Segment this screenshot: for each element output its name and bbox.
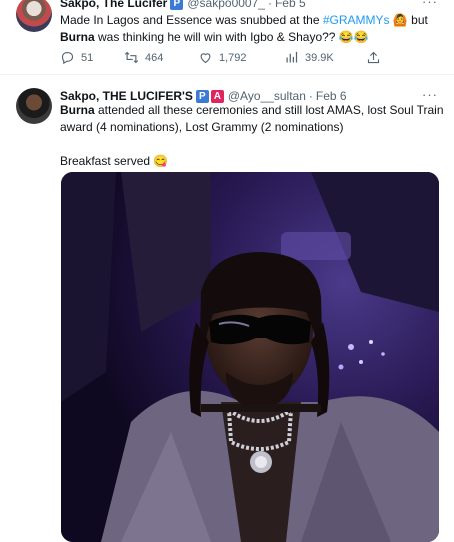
tweet-actions: 51 464 1,792 39.9K [60, 50, 390, 68]
tweet-header: Sakpo, The Lucifer P @sakpo0007_ · Feb 5 [60, 0, 306, 10]
tweet-text: Made In Lagos and Essence was snubbed at… [60, 13, 428, 44]
badge-icon: P [195, 89, 209, 103]
photo-illustration [61, 172, 439, 542]
tweet-image[interactable] [61, 172, 439, 542]
tweet-date[interactable]: Feb 5 [275, 0, 306, 10]
hashtag-link[interactable]: #GRAMMYs [323, 13, 390, 27]
tweet-first[interactable]: Sakpo, The Lucifer P @sakpo0007_ · Feb 5… [0, 0, 454, 72]
retweet-count: 464 [145, 51, 164, 64]
retweet-icon [124, 51, 139, 64]
views-icon [286, 51, 298, 63]
like-icon [200, 53, 211, 64]
avatar[interactable] [16, 88, 52, 124]
like-count: 1,792 [219, 51, 247, 64]
reply-count: 51 [81, 51, 94, 64]
badge-icon: A [210, 89, 224, 103]
avatar[interactable] [16, 0, 52, 32]
badge-icon: P [170, 0, 184, 10]
author-name[interactable]: Sakpo, THE LUCIFER'S [60, 89, 193, 103]
tweet-text: Burna attended all these ceremonies and … [60, 103, 444, 168]
reply-button[interactable]: 51 [60, 50, 93, 65]
tweet-date[interactable]: Feb 6 [316, 89, 347, 103]
author-handle[interactable]: @sakpo0007_ [187, 0, 265, 10]
author-handle[interactable]: @Ayo__sultan [228, 89, 306, 103]
views-count: 39.9K [305, 51, 334, 64]
more-icon[interactable]: ··· [422, 87, 438, 102]
share-icon [367, 51, 380, 64]
tweet-divider [0, 74, 454, 75]
retweet-button[interactable]: 464 [124, 50, 163, 65]
tweet-header: Sakpo, THE LUCIFER'S P A @Ayo__sultan · … [60, 89, 347, 103]
views-button[interactable]: 39.9K [284, 50, 334, 65]
reply-icon [61, 51, 74, 65]
separator: · [267, 0, 272, 10]
author-name[interactable]: Sakpo, The Lucifer [60, 0, 167, 10]
like-button[interactable]: 1,792 [198, 50, 247, 65]
share-button[interactable] [366, 50, 387, 65]
tweet-second[interactable]: Sakpo, THE LUCIFER'S P A @Ayo__sultan · … [0, 76, 454, 542]
separator: · [308, 89, 313, 103]
more-icon[interactable]: ··· [422, 0, 438, 9]
